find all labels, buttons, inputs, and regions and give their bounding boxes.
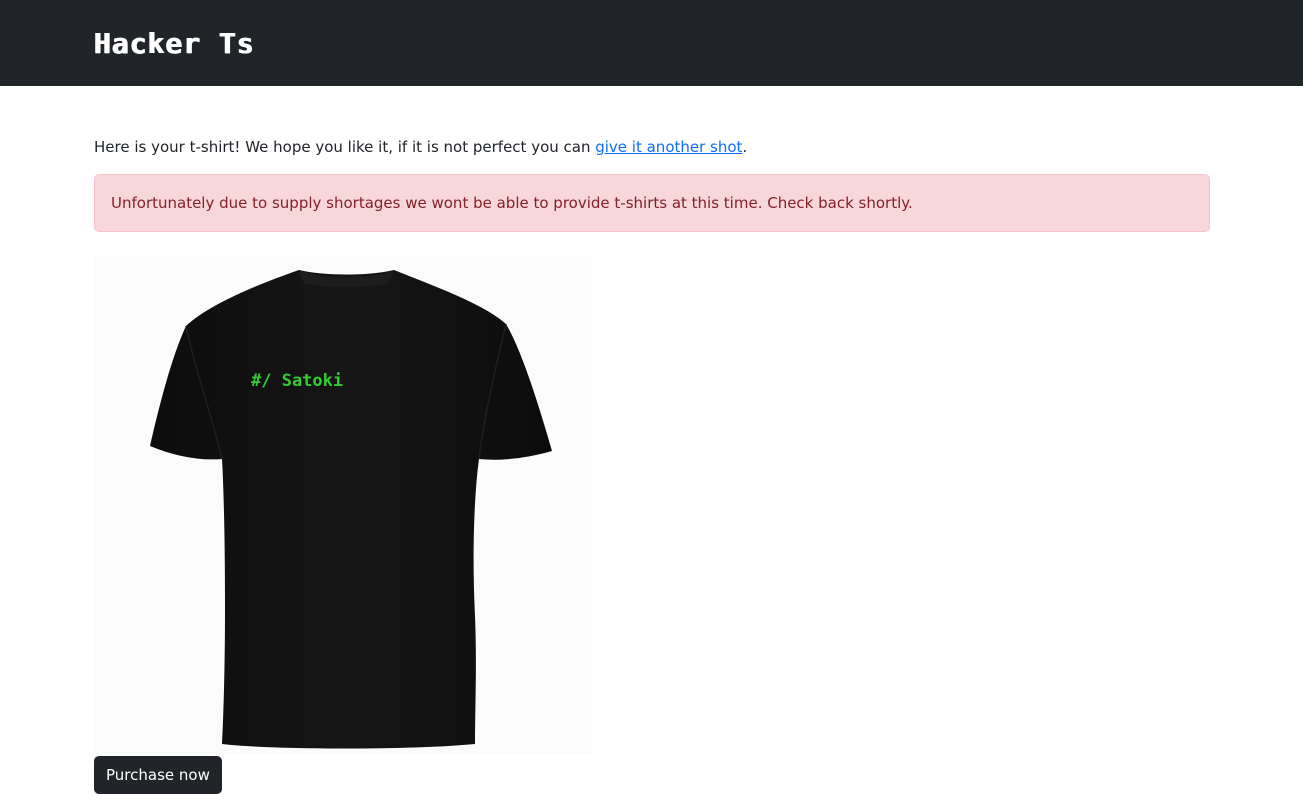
tshirt-image: #/ Satoki (94, 256, 592, 754)
tshirt-body (150, 270, 552, 749)
supply-shortage-alert: Unfortunately due to supply shortages we… (94, 174, 1210, 232)
tshirt-print-text: #/ Satoki (251, 371, 343, 391)
brand-logo-link[interactable]: Hacker Ts (94, 26, 255, 62)
intro-paragraph: Here is your t-shirt! We hope you like i… (94, 136, 747, 158)
intro-text-end: . (742, 138, 748, 156)
purchase-now-button[interactable]: Purchase now (94, 756, 222, 794)
intro-text: Here is your t-shirt! We hope you like i… (94, 138, 596, 156)
give-another-shot-link[interactable]: give it another shot (595, 138, 742, 156)
tshirt-graphic: #/ Satoki (150, 270, 552, 749)
navbar: Hacker Ts (0, 0, 1303, 86)
